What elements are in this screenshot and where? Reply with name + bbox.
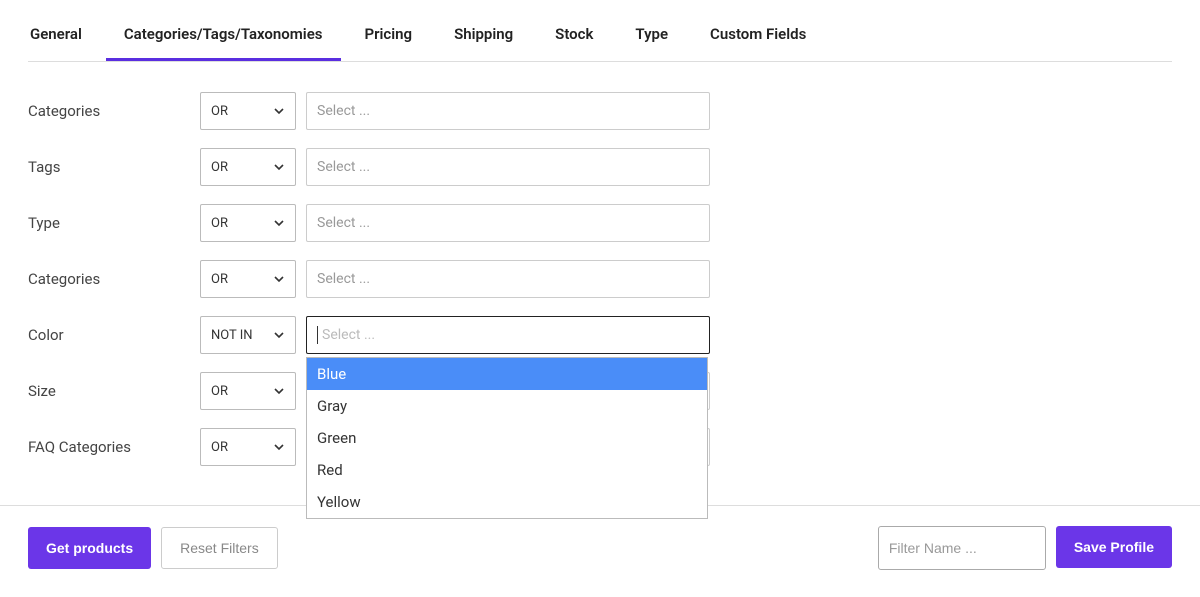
tab-general[interactable]: General — [28, 15, 100, 61]
multi-select-placeholder: Select ... — [317, 159, 370, 175]
multi-select-color[interactable]: Select ... — [306, 316, 710, 354]
save-profile-button[interactable]: Save Profile — [1056, 526, 1172, 568]
filter-label: Color — [28, 326, 200, 344]
chevron-down-icon — [273, 161, 285, 173]
multi-select-placeholder: Select ... — [317, 103, 370, 119]
multi-select-categories[interactable]: Select ... — [306, 92, 710, 130]
filter-row-categories: Categories OR Select ... — [28, 92, 1172, 130]
chevron-down-icon — [273, 105, 285, 117]
chevron-down-icon — [273, 217, 285, 229]
operator-value: OR — [211, 216, 228, 231]
get-products-button[interactable]: Get products — [28, 527, 151, 569]
chevron-down-icon — [273, 441, 285, 453]
operator-select[interactable]: OR — [200, 148, 296, 186]
filter-name-input[interactable] — [878, 526, 1046, 570]
reset-filters-button[interactable]: Reset Filters — [161, 527, 278, 569]
operator-select[interactable]: NOT IN — [200, 316, 296, 354]
tab-type[interactable]: Type — [617, 15, 686, 61]
chevron-down-icon — [273, 329, 285, 341]
filter-row-color: Color NOT IN Select ... Blue Gray Green … — [28, 316, 1172, 354]
filter-label: Size — [28, 382, 200, 400]
dropdown-option-red[interactable]: Red — [307, 454, 707, 486]
operator-value: OR — [211, 440, 228, 455]
operator-value: NOT IN — [211, 328, 253, 343]
operator-select[interactable]: OR — [200, 204, 296, 242]
operator-select[interactable]: OR — [200, 372, 296, 410]
filter-row-categories-2: Categories OR Select ... — [28, 260, 1172, 298]
filter-label: Categories — [28, 270, 200, 288]
dropdown-option-green[interactable]: Green — [307, 422, 707, 454]
filter-label: Type — [28, 214, 200, 232]
chevron-down-icon — [273, 273, 285, 285]
multi-select-categories-2[interactable]: Select ... — [306, 260, 710, 298]
tab-shipping[interactable]: Shipping — [436, 15, 531, 61]
chevron-down-icon — [273, 385, 285, 397]
tab-custom-fields[interactable]: Custom Fields — [692, 15, 824, 61]
operator-select[interactable]: OR — [200, 260, 296, 298]
multi-select-placeholder: Select ... — [322, 327, 375, 343]
filter-label: FAQ Categories — [28, 438, 200, 456]
filters-panel: Categories OR Select ... Tags OR Select … — [0, 62, 1200, 466]
multi-select-tags[interactable]: Select ... — [306, 148, 710, 186]
dropdown-option-yellow[interactable]: Yellow — [307, 486, 707, 518]
filter-row-type: Type OR Select ... — [28, 204, 1172, 242]
filter-label: Categories — [28, 102, 200, 120]
operator-value: OR — [211, 160, 228, 175]
multi-select-placeholder: Select ... — [317, 271, 370, 287]
multi-select-placeholder: Select ... — [317, 215, 370, 231]
tab-categories-tags-taxonomies[interactable]: Categories/Tags/Taxonomies — [106, 15, 341, 61]
filter-row-tags: Tags OR Select ... — [28, 148, 1172, 186]
operator-value: OR — [211, 384, 228, 399]
operator-value: OR — [211, 272, 228, 287]
tab-pricing[interactable]: Pricing — [347, 15, 431, 61]
dropdown-option-blue[interactable]: Blue — [307, 358, 707, 390]
operator-select[interactable]: OR — [200, 428, 296, 466]
multi-select-type[interactable]: Select ... — [306, 204, 710, 242]
text-caret-icon — [317, 326, 318, 344]
operator-select[interactable]: OR — [200, 92, 296, 130]
operator-value: OR — [211, 104, 228, 119]
dropdown-color-options: Blue Gray Green Red Yellow — [306, 357, 708, 519]
filter-label: Tags — [28, 158, 200, 176]
dropdown-option-gray[interactable]: Gray — [307, 390, 707, 422]
tab-stock[interactable]: Stock — [537, 15, 611, 61]
tabs-bar: General Categories/Tags/Taxonomies Prici… — [28, 15, 1172, 62]
